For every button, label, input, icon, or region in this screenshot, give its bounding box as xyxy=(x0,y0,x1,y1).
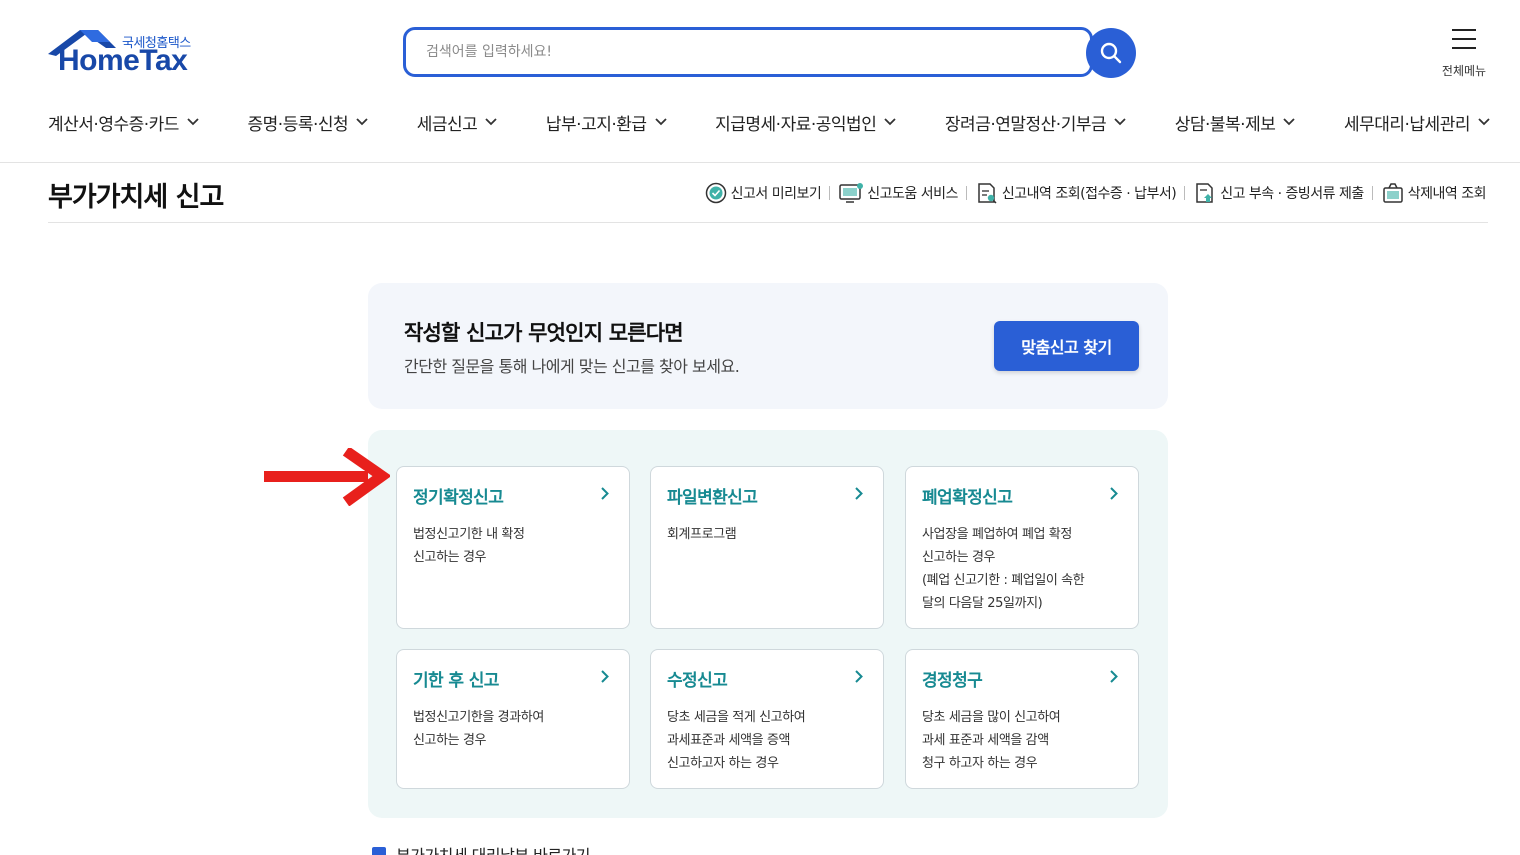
chevron-right-icon xyxy=(855,487,863,500)
nav-item-certificate[interactable]: 증명·등록·신청 xyxy=(248,108,369,136)
util-label: 신고 부속 · 증빙서류 제출 xyxy=(1220,186,1364,202)
card-description: 회계프로그램 xyxy=(667,527,737,542)
search-button[interactable] xyxy=(1086,28,1136,78)
chevron-down-icon xyxy=(485,118,497,126)
util-label: 삭제내역 조회 xyxy=(1407,186,1487,202)
util-label: 신고내역 조회(접수증 · 납부서) xyxy=(1001,186,1177,202)
card-title: 기한 후 신고 xyxy=(413,671,499,691)
nav-item-incentives[interactable]: 장려금·연말정산·기부금 xyxy=(945,108,1126,136)
search-input[interactable] xyxy=(403,27,1093,77)
nav-item-statements[interactable]: 지급명세·자료·공익법인 xyxy=(715,108,896,136)
card-description: 사업장을 폐업하여 폐업 확정 신고하는 경우 (폐업 신고기한 : 폐업일이 … xyxy=(922,527,1085,611)
chevron-right-icon xyxy=(855,670,863,683)
document-search-icon xyxy=(978,183,997,204)
nav-label: 상담·불복·제보 xyxy=(1174,114,1276,135)
util-label: 신고서 미리보기 xyxy=(730,186,822,202)
chevron-right-icon xyxy=(1110,487,1118,500)
chevron-down-icon xyxy=(187,118,199,126)
title-divider xyxy=(48,222,1488,223)
utility-links: 신고서 미리보기 신고도움 서비스 신고내역 조회(접수증 · 납부서) 신고 … xyxy=(704,178,1487,208)
chevron-down-icon xyxy=(356,118,368,126)
card-description: 법정신고기한 내 확정 신고하는 경우 xyxy=(413,527,525,565)
card-title: 수정신고 xyxy=(667,671,728,691)
page-title: 부가가치세 신고 xyxy=(48,182,224,213)
all-menu-label: 전체메뉴 xyxy=(1441,64,1487,78)
red-arrow-icon xyxy=(264,448,390,506)
nav-label: 증명·등록·신청 xyxy=(247,114,349,135)
card-title: 폐업확정신고 xyxy=(922,488,1013,508)
card-title: 경정청구 xyxy=(922,671,983,691)
vat-proxy-payment-link[interactable]: 부가가치세 대리납부 바로가기 xyxy=(372,842,591,855)
card-title: 정기확정신고 xyxy=(413,488,504,508)
card-correction-claim[interactable]: 경정청구 당초 세금을 많이 신고하여 과세 표준과 세액을 감액 청구 하고자… xyxy=(905,649,1139,789)
find-custom-filing-button[interactable]: 맞춤신고 찾기 xyxy=(994,321,1139,371)
nav-label: 지급명세·자료·공익법인 xyxy=(715,114,877,135)
header-divider xyxy=(0,162,1520,163)
logo-text: HomeTax xyxy=(58,44,188,77)
card-title: 파일변환신고 xyxy=(667,488,758,508)
hometax-logo[interactable]: 국세청홈택스 HomeTax xyxy=(46,28,206,80)
card-description: 당초 세금을 많이 신고하여 과세 표준과 세액을 감액 청구 하고자 하는 경… xyxy=(922,710,1061,771)
all-menu-button[interactable]: 전체메뉴 xyxy=(1436,28,1492,80)
custom-filing-promo: 작성할 신고가 무엇인지 모른다면 간단한 질문을 통해 나에게 맞는 신고를 … xyxy=(368,283,1168,409)
card-description: 당초 세금을 적게 신고하여 과세표준과 세액을 증액 신고하고자 하는 경우 xyxy=(667,710,806,771)
nav-item-consulting[interactable]: 상담·불복·제보 xyxy=(1175,108,1296,136)
chevron-down-icon xyxy=(1478,118,1490,126)
nav-label: 세금신고 xyxy=(416,114,478,135)
nav-label: 장려금·연말정산·기부금 xyxy=(944,114,1107,135)
trash-basket-icon xyxy=(1383,183,1403,203)
main-navigation: 계산서·영수증·카드 증명·등록·신청 세금신고 납부·고지·환급 지급명세·자… xyxy=(48,108,1490,136)
nav-item-tax-filing[interactable]: 세금신고 xyxy=(417,108,498,136)
nav-label: 세무대리·납세관리 xyxy=(1343,114,1471,135)
util-separator xyxy=(829,186,831,200)
document-upload-icon xyxy=(1196,183,1213,203)
check-circle-icon xyxy=(705,182,726,204)
util-separator xyxy=(1184,186,1186,200)
nav-item-tax-agent[interactable]: 세무대리·납세관리 xyxy=(1344,108,1490,136)
chevron-down-icon xyxy=(1114,118,1126,126)
chevron-right-icon xyxy=(1110,670,1118,683)
card-description: 법정신고기한을 경과하여 신고하는 경우 xyxy=(413,710,544,748)
search-bar xyxy=(403,27,1136,78)
chevron-down-icon xyxy=(1283,118,1296,126)
filing-type-cards: 정기확정신고 법정신고기한 내 확정 신고하는 경우 파일변환신고 회계프로그램… xyxy=(368,430,1168,818)
card-closure-final-filing[interactable]: 폐업확정신고 사업장을 폐업하여 폐업 확정 신고하는 경우 (폐업 신고기한 … xyxy=(905,466,1139,629)
util-deleted-history[interactable]: 삭제내역 조회 xyxy=(1381,181,1487,205)
nav-label: 계산서·영수증·카드 xyxy=(48,114,179,135)
chevron-right-icon xyxy=(601,487,609,500)
util-submit-documents[interactable]: 신고 부속 · 증빙서류 제출 xyxy=(1193,181,1364,205)
bottom-link-label: 부가가치세 대리납부 바로가기 xyxy=(396,842,591,855)
util-filing-history[interactable]: 신고내역 조회(접수증 · 납부서) xyxy=(975,181,1177,205)
util-separator xyxy=(965,186,967,200)
bullet-square-icon xyxy=(372,847,386,855)
nav-label: 납부·고지·환급 xyxy=(545,114,647,135)
nav-item-invoice[interactable]: 계산서·영수증·카드 xyxy=(48,108,199,136)
card-regular-final-filing[interactable]: 정기확정신고 법정신고기한 내 확정 신고하는 경우 xyxy=(396,466,630,629)
hamburger-icon xyxy=(1452,29,1476,49)
util-help-service[interactable]: 신고도움 서비스 xyxy=(838,181,958,205)
search-icon xyxy=(1100,42,1122,64)
promo-heading: 작성할 신고가 무엇인지 모른다면 xyxy=(404,321,684,345)
card-amended-filing[interactable]: 수정신고 당초 세금을 적게 신고하여 과세표준과 세액을 증액 신고하고자 하… xyxy=(650,649,884,789)
chevron-down-icon xyxy=(884,118,896,126)
chevron-down-icon xyxy=(654,118,667,126)
util-preview-form[interactable]: 신고서 미리보기 xyxy=(704,181,822,205)
monitor-help-icon xyxy=(839,183,864,203)
promo-text: 간단한 질문을 통해 나에게 맞는 신고를 찾아 보세요. xyxy=(404,357,740,376)
card-file-conversion-filing[interactable]: 파일변환신고 회계프로그램 xyxy=(650,466,884,629)
util-separator xyxy=(1371,186,1373,200)
card-late-filing[interactable]: 기한 후 신고 법정신고기한을 경과하여 신고하는 경우 xyxy=(396,649,630,789)
util-label: 신고도움 서비스 xyxy=(867,186,958,202)
chevron-right-icon xyxy=(601,670,609,683)
nav-item-payment[interactable]: 납부·고지·환급 xyxy=(546,108,667,136)
